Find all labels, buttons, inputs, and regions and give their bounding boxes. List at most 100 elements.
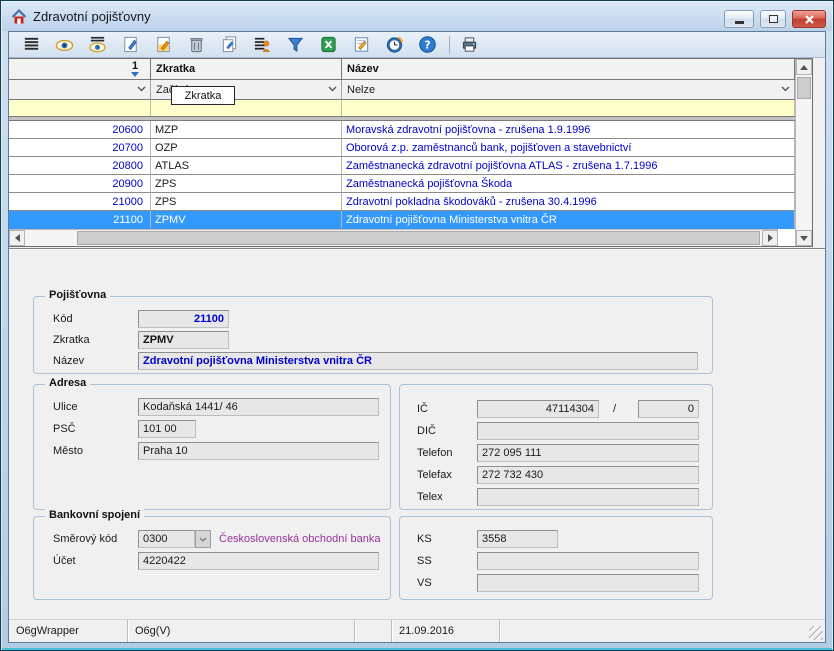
dic-label: DIČ: [417, 425, 436, 437]
filter-button[interactable]: [283, 34, 307, 56]
scroll-right-button[interactable]: [762, 230, 778, 246]
kod-field[interactable]: 21100: [138, 310, 229, 328]
chevron-down-icon: [137, 86, 146, 92]
list-icon: [22, 35, 41, 54]
status-panel-empty: [355, 620, 392, 642]
group-pojistovna-title: Pojišťovna: [45, 289, 110, 301]
dic-field[interactable]: [477, 422, 699, 440]
status-bar: O6gWrapper O6g(V) 21.09.2016: [9, 619, 825, 642]
cell-code: 20700: [9, 139, 151, 157]
filter-input-nazev[interactable]: [342, 100, 795, 116]
print-button[interactable]: [457, 34, 481, 56]
resize-grip[interactable]: [809, 626, 823, 640]
svg-text:?: ?: [424, 38, 430, 51]
app-icon: [11, 9, 27, 25]
help-button[interactable]: ?: [415, 34, 439, 56]
cell-zkratka: ZPMV: [151, 211, 342, 229]
mesto-field[interactable]: Praha 10: [138, 442, 379, 460]
group-adresa-title: Adresa: [45, 377, 90, 389]
detail-list-view-button[interactable]: [85, 34, 109, 56]
eye-icon: [55, 35, 74, 54]
edit-record-button[interactable]: [151, 34, 175, 56]
telefax-field[interactable]: 272 732 430: [477, 466, 699, 484]
chevron-down-icon: [199, 537, 207, 542]
header-sort-column[interactable]: 1: [9, 59, 151, 80]
smerovy-kod-field[interactable]: 0300: [138, 530, 195, 548]
cell-code: 20800: [9, 157, 151, 175]
horizontal-scrollbar[interactable]: [9, 229, 778, 246]
ucet-field[interactable]: 4220422: [138, 552, 379, 570]
minimize-icon: [735, 21, 744, 24]
edit-document-icon: [154, 35, 173, 54]
header-zkratka[interactable]: Zkratka: [151, 59, 342, 80]
table-row-selected[interactable]: 21100 ZPMV Zdravotní pojišťovna Minister…: [9, 211, 795, 229]
arrow-down-icon: [800, 236, 808, 241]
clock-icon: [385, 35, 404, 54]
panel-divider: [9, 248, 825, 250]
restore-icon: [769, 15, 778, 23]
cell-zkratka: OZP: [151, 139, 342, 157]
table-row[interactable]: 20800 ATLAS Zaměstnanecká zdravotní poji…: [9, 157, 795, 175]
scroll-down-button[interactable]: [796, 230, 812, 246]
ulice-field[interactable]: Kodaňská 1441/ 46: [138, 398, 379, 416]
vs-label: VS: [417, 577, 432, 589]
psc-field[interactable]: 101 00: [138, 420, 196, 438]
ic2-field[interactable]: 0: [638, 400, 699, 418]
telefon-field[interactable]: 272 095 111: [477, 444, 699, 462]
edit-notes-button[interactable]: [349, 34, 373, 56]
scroll-left-button[interactable]: [9, 230, 25, 246]
export-excel-button[interactable]: [316, 34, 340, 56]
close-button[interactable]: [792, 10, 826, 28]
cell-code: 21100: [9, 211, 151, 229]
ic-separator: /: [613, 403, 616, 415]
nazev-field[interactable]: Zdravotní pojišťovna Ministerstva vnitra…: [138, 352, 698, 370]
telex-label: Telex: [417, 491, 443, 503]
detail-panel: Pojišťovna Kód 21100 Zkratka ZPMV Název …: [9, 251, 825, 613]
nazev-label: Název: [53, 355, 84, 367]
history-button[interactable]: [382, 34, 406, 56]
vs-field[interactable]: [477, 574, 699, 592]
arrow-up-icon: [800, 65, 808, 70]
minimize-button[interactable]: [724, 10, 754, 28]
sort-records-button[interactable]: [250, 34, 274, 56]
delete-record-button[interactable]: [184, 34, 208, 56]
restore-button[interactable]: [760, 10, 786, 28]
cell-zkratka: ATLAS: [151, 157, 342, 175]
scroll-up-button[interactable]: [796, 59, 812, 75]
list-view-button[interactable]: [19, 34, 43, 56]
copy-record-button[interactable]: [217, 34, 241, 56]
telex-field[interactable]: [477, 488, 699, 506]
header-nazev[interactable]: Název: [342, 59, 795, 80]
table-row[interactable]: 21000 ZPS Zdravotní pokladna škodováků -…: [9, 193, 795, 211]
zkratka-field[interactable]: ZPMV: [138, 331, 229, 349]
chevron-down-icon: [781, 86, 790, 92]
telefon-label: Telefon: [417, 447, 452, 459]
smerovy-kod-dropdown-button[interactable]: [195, 530, 211, 548]
title-bar[interactable]: Zdravotní pojišťovny: [2, 2, 832, 31]
table-row[interactable]: 20700 OZP Oborová z.p. zaměstnanců bank,…: [9, 139, 795, 157]
vertical-scrollbar[interactable]: [795, 59, 812, 246]
detail-view-button[interactable]: [52, 34, 76, 56]
sort-order-number: 1: [132, 62, 138, 71]
ic-field[interactable]: 47114304: [477, 400, 599, 418]
status-panel-date: 21.09.2016: [392, 620, 500, 642]
close-icon: [804, 14, 815, 25]
cell-nazev: Zdravotní pojišťovna Ministerstva vnitra…: [342, 211, 795, 229]
help-icon: ?: [418, 35, 437, 54]
horizontal-scrollbar-thumb[interactable]: [77, 231, 760, 245]
filter-input-code[interactable]: [9, 100, 151, 116]
window-title: Zdravotní pojišťovny: [33, 9, 151, 24]
filter-cell-code[interactable]: [9, 80, 151, 100]
vertical-scrollbar-thumb[interactable]: [797, 77, 811, 99]
excel-icon: [319, 35, 338, 54]
ks-field[interactable]: 3558: [477, 530, 558, 548]
trash-icon: [187, 35, 206, 54]
cell-zkratka: MZP: [151, 121, 342, 139]
new-record-button[interactable]: [118, 34, 142, 56]
table-row[interactable]: 20600 MZP Moravská zdravotní pojišťovna …: [9, 121, 795, 139]
filter-cell-nazev[interactable]: Nelze: [342, 80, 795, 100]
smerovy-kod-label: Směrový kód: [53, 533, 117, 545]
column-tooltip: Zkratka: [171, 86, 235, 105]
table-row[interactable]: 20900 ZPS Zaměstnanecká pojišťovna Škoda: [9, 175, 795, 193]
ss-field[interactable]: [477, 552, 699, 570]
